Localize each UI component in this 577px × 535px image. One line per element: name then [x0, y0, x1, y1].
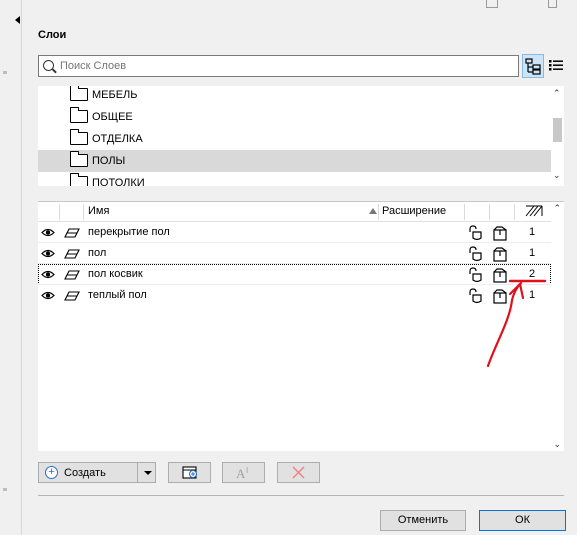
red-annotation-arrow	[486, 279, 547, 368]
